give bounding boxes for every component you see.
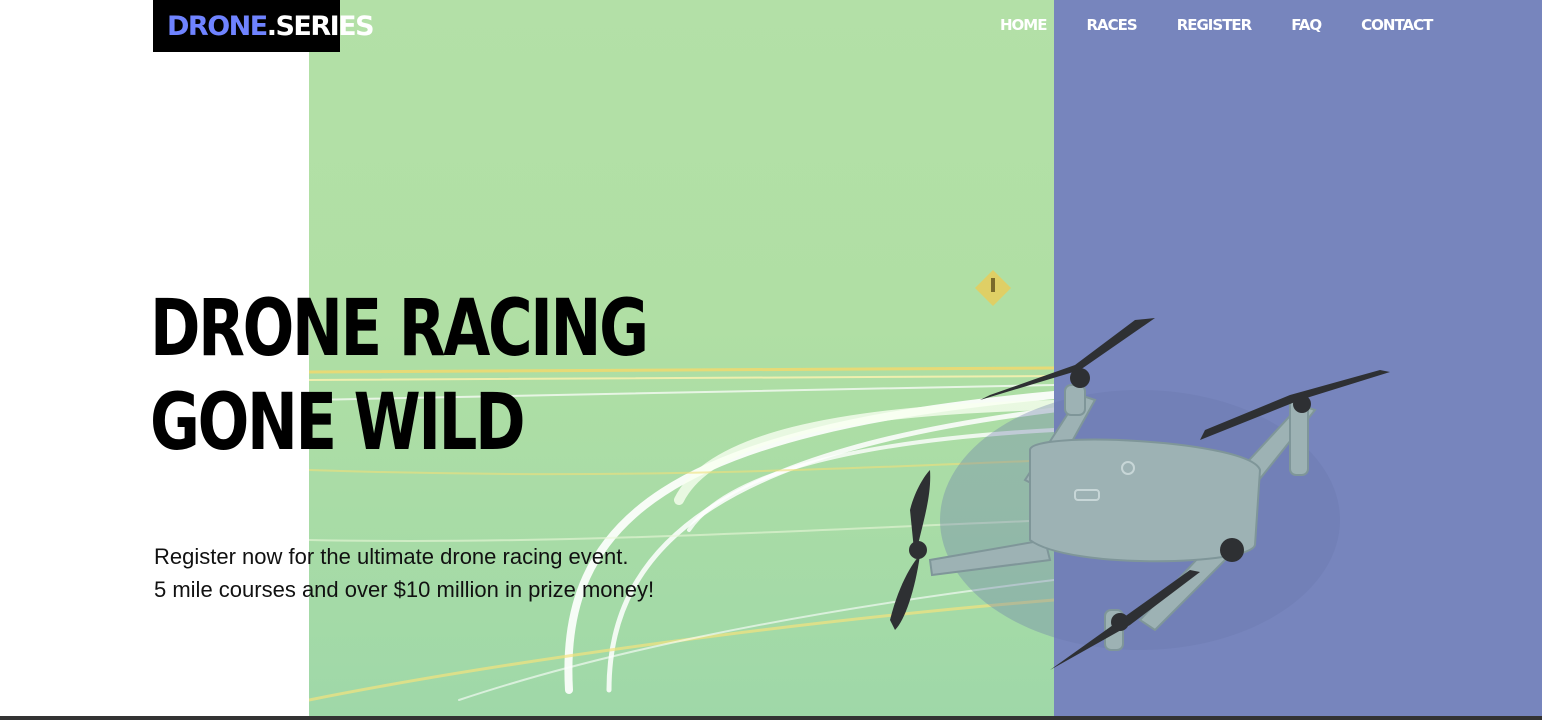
hero-headline-line-1: DRONE RACING (150, 284, 649, 374)
logo-text-series: .SERIES (266, 10, 375, 42)
main-nav: HOME RACES REGISTER FAQ CONTACT (1000, 14, 1433, 36)
nav-home[interactable]: HOME (1000, 16, 1047, 34)
nav-races[interactable]: RACES (1086, 16, 1137, 34)
drone-image (890, 318, 1390, 670)
page-divider (0, 716, 1542, 720)
nav-contact[interactable]: CONTACT (1361, 16, 1433, 34)
logo-text-drone: DRONE (167, 10, 268, 42)
nav-faq[interactable]: FAQ (1291, 16, 1322, 34)
hero-headline: DRONE RACING GONE WILD (150, 282, 649, 470)
nav-register[interactable]: REGISTER (1177, 16, 1253, 34)
hero-description-line-1: Register now for the ultimate drone raci… (154, 544, 629, 569)
hero-headline-line-2: GONE WILD (150, 378, 526, 468)
hero-description-line-2: 5 mile courses and over $10 million in p… (154, 577, 655, 602)
site-logo[interactable]: DRONE .SERIES (153, 0, 375, 52)
hero-description: Register now for the ultimate drone raci… (154, 540, 654, 606)
